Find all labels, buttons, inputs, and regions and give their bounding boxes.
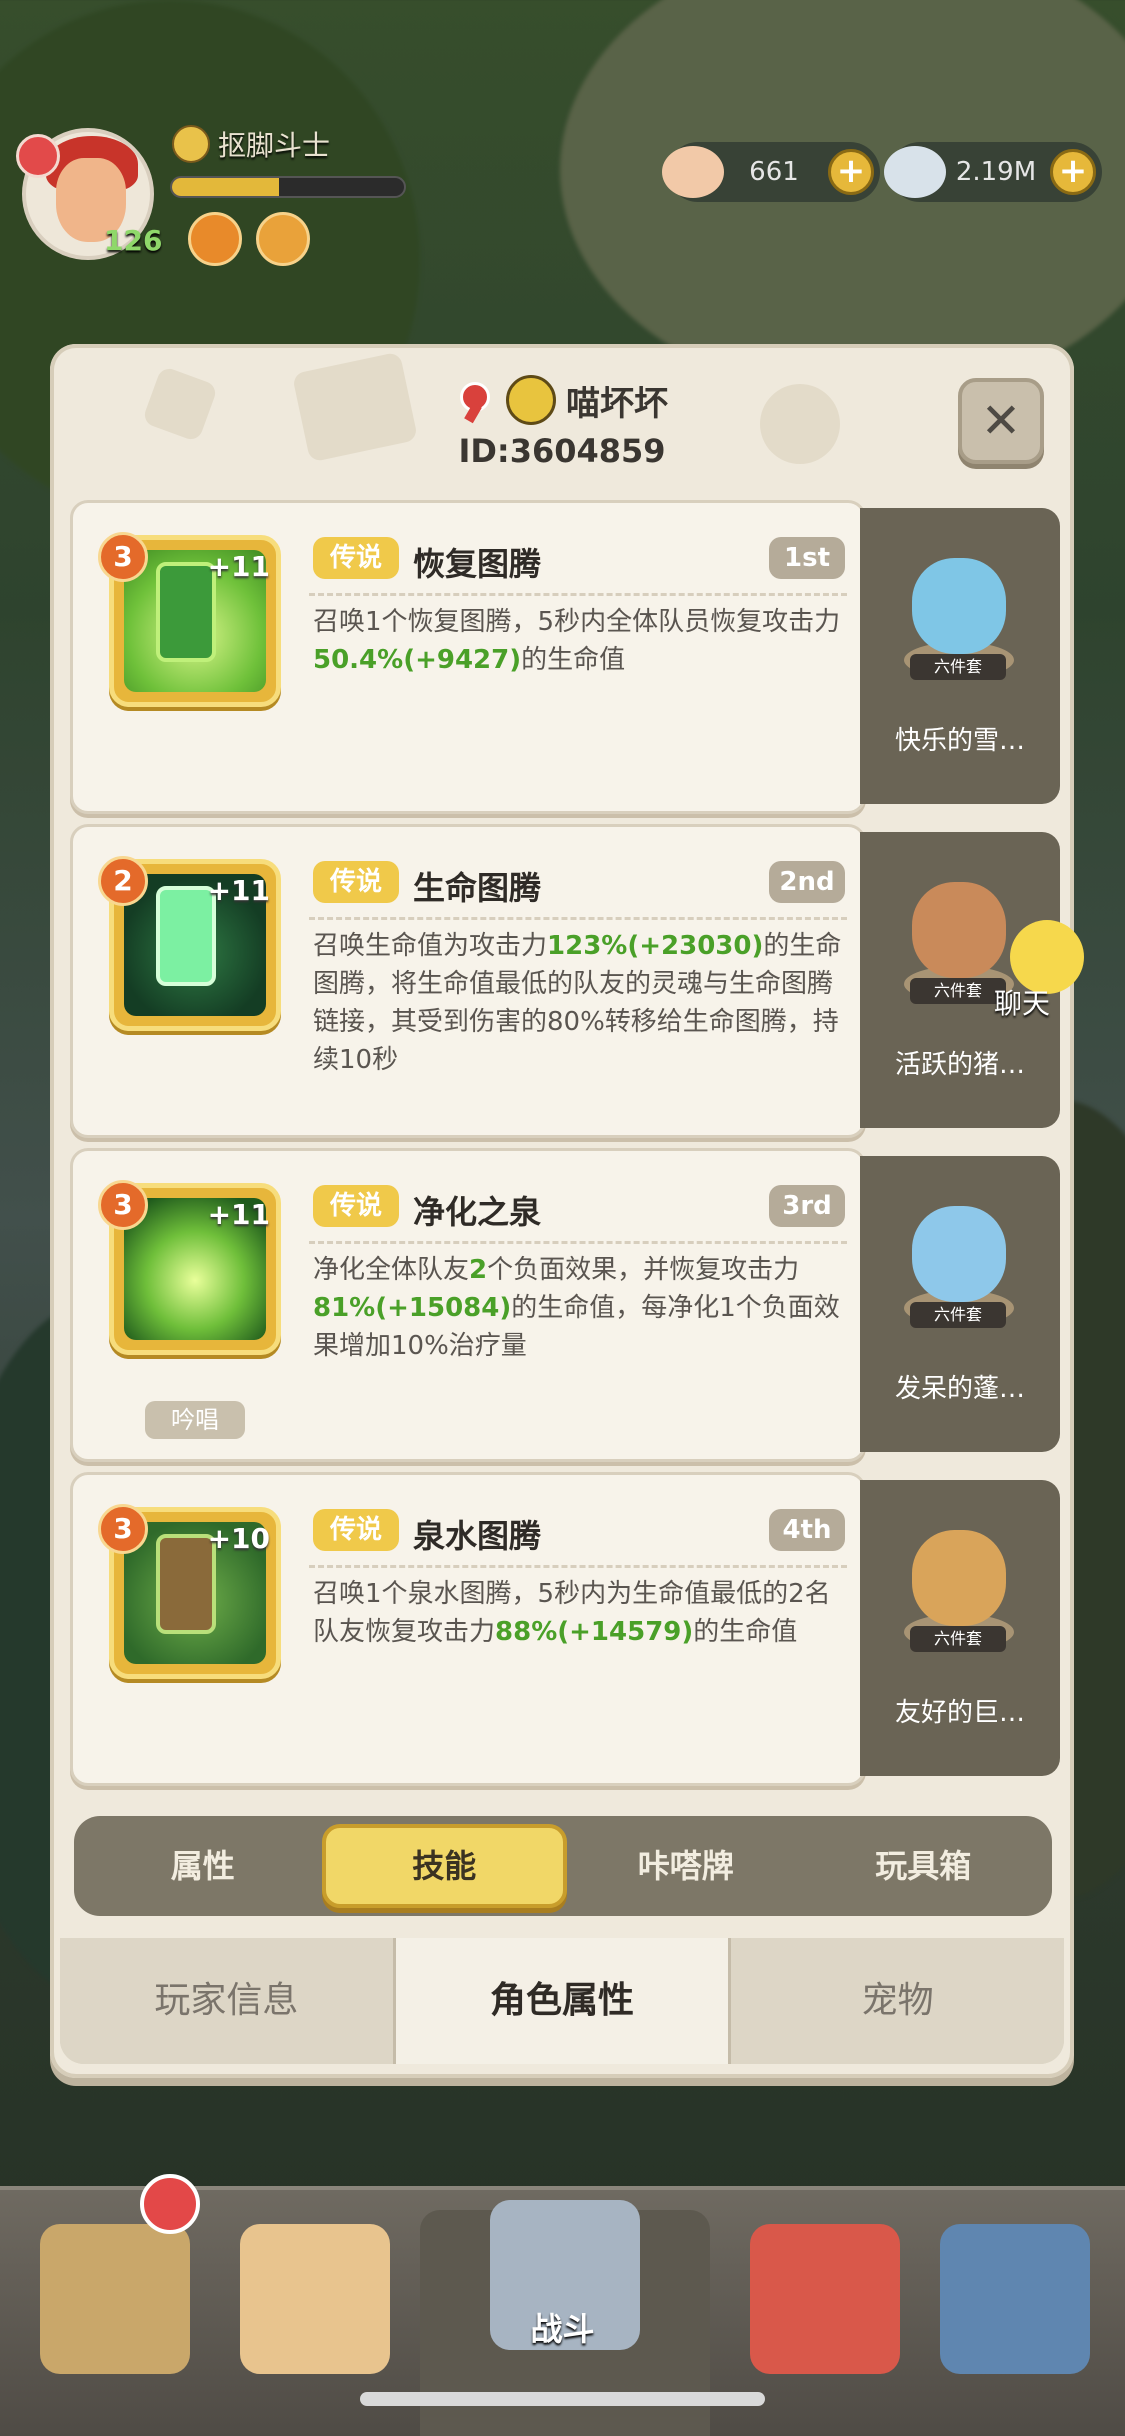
nav-hero-icon[interactable] — [240, 2224, 390, 2374]
skill-rank: 1st — [769, 537, 845, 579]
main-tab-bar: 玩家信息 角色属性 宠物 — [60, 1938, 1064, 2064]
skill-plus-level: +11 — [207, 1198, 270, 1231]
subtab-bar: 属性 技能 咔嗒牌 玩具箱 — [74, 1816, 1052, 1916]
rarity-badge: 传说 — [313, 1185, 399, 1227]
buff-icon[interactable] — [256, 212, 310, 266]
tab-player-info[interactable]: 玩家信息 — [60, 1938, 396, 2064]
rarity-badge: 传说 — [313, 1509, 399, 1551]
equipped-pet[interactable]: 六件套 友好的巨… — [860, 1480, 1060, 1776]
subtab-skills[interactable]: 技能 — [321, 1824, 567, 1908]
add-shell-button[interactable]: + — [828, 149, 874, 195]
xp-bar — [170, 176, 406, 198]
rarity-badge: 传说 — [313, 537, 399, 579]
player-nickname: 喵坏坏 — [566, 383, 668, 424]
key-icon — [456, 380, 496, 420]
skill-icon-purify-spring[interactable]: +11 3 — [98, 1180, 281, 1355]
chant-tag: 吟唱 — [145, 1401, 245, 1439]
close-button[interactable]: ✕ — [958, 378, 1044, 464]
skill-description: 召唤1个泉水图腾，5秒内为生命值最低的2名队友恢复攻击力88%(+14579)的… — [313, 1579, 831, 1647]
skill-name: 生命图腾 — [413, 869, 542, 907]
skill-icon-restore-totem[interactable]: +11 3 — [98, 532, 281, 707]
home-indicator[interactable] — [360, 2392, 765, 2406]
chat-button[interactable]: 聊天 — [994, 920, 1084, 1020]
pet-name: 发呆的蓬… — [894, 1374, 1025, 1404]
skill-name: 净化之泉 — [413, 1193, 542, 1231]
player-level: 126 — [104, 224, 163, 257]
skill-plus-level: +11 — [207, 874, 270, 907]
subtab-cards[interactable]: 咔嗒牌 — [567, 1824, 805, 1908]
rank-badge-icon — [16, 134, 60, 178]
skill-level-badge: 3 — [98, 1504, 148, 1554]
set-tag: 六件套 — [910, 654, 1006, 680]
skill-card[interactable]: +10 3 传说 泉水图腾 4th 召唤1个泉水图腾，5秒内为生命值最低的2名队… — [70, 1472, 866, 1786]
skill-card[interactable]: +11 2 传说 生命图腾 2nd 召唤生命值为攻击力123%(+23030)的… — [70, 824, 866, 1138]
player-id: ID:3604859 — [458, 432, 666, 470]
pearl-count: 2.19M — [955, 157, 1037, 187]
notification-bell-icon — [140, 2174, 200, 2234]
skill-rank: 3rd — [769, 1185, 845, 1227]
chat-label: 聊天 — [994, 987, 1051, 1020]
subtab-attributes[interactable]: 属性 — [84, 1824, 322, 1908]
skill-row[interactable]: +10 3 传说 泉水图腾 4th 召唤1个泉水图腾，5秒内为生命值最低的2名队… — [70, 1472, 1060, 1786]
shell-resource: 661 + — [662, 142, 880, 202]
skill-level-badge: 3 — [98, 532, 148, 582]
skill-rank: 2nd — [769, 861, 845, 903]
set-tag: 六件套 — [910, 1626, 1006, 1652]
profile-header: 喵坏坏 ID:3604859 — [50, 370, 1074, 470]
close-icon: ✕ — [980, 393, 1022, 449]
title-emoji-icon — [172, 125, 210, 163]
skill-name: 恢复图腾 — [413, 545, 542, 583]
skill-row[interactable]: +11 3 传说 净化之泉 3rd 净化全体队友2个负面效果，并恢复攻击力81%… — [70, 1148, 1060, 1462]
skill-row[interactable]: +11 2 传说 生命图腾 2nd 召唤生命值为攻击力123%(+23030)的… — [70, 824, 1060, 1138]
skill-description: 净化全体队友2个负面效果，并恢复攻击力81%(+15084)的生命值，每净化1个… — [313, 1255, 840, 1361]
skill-description: 召唤生命值为攻击力123%(+23030)的生命图腾，将生命值最低的队友的灵魂与… — [313, 931, 842, 1075]
nav-character-icon[interactable] — [40, 2224, 190, 2374]
skill-rank: 4th — [769, 1509, 845, 1551]
skill-level-badge: 2 — [98, 856, 148, 906]
pet-name: 活跃的猪… — [894, 1050, 1025, 1080]
nav-pet-icon[interactable] — [750, 2224, 900, 2374]
pearl-resource: 2.19M + — [884, 142, 1102, 202]
tab-character-attributes[interactable]: 角色属性 — [395, 1938, 732, 2064]
skill-plus-level: +10 — [207, 1522, 270, 1555]
rarity-badge: 传说 — [313, 861, 399, 903]
tab-pets[interactable]: 宠物 — [731, 1938, 1064, 2064]
subtab-toybox[interactable]: 玩具箱 — [805, 1824, 1043, 1908]
skill-plus-level: +11 — [207, 550, 270, 583]
equipped-pet[interactable]: 六件套 发呆的蓬… — [860, 1156, 1060, 1452]
skill-card[interactable]: +11 3 传说 恢复图腾 1st 召唤1个恢复图腾，5秒内全体队员恢复攻击力5… — [70, 500, 866, 814]
skill-level-badge: 3 — [98, 1180, 148, 1230]
set-tag: 六件套 — [910, 1302, 1006, 1328]
skill-description: 召唤1个恢复图腾，5秒内全体队员恢复攻击力50.4%(+9427)的生命值 — [313, 607, 841, 675]
skill-name: 泉水图腾 — [413, 1517, 542, 1555]
skill-icon-spring-totem[interactable]: +10 3 — [98, 1504, 281, 1679]
nav-battle-label: 战斗 — [530, 2310, 595, 2348]
nav-guild-icon[interactable] — [940, 2224, 1090, 2374]
shell-icon — [662, 146, 724, 198]
skill-card[interactable]: +11 3 传说 净化之泉 3rd 净化全体队友2个负面效果，并恢复攻击力81%… — [70, 1148, 866, 1462]
pearl-icon — [884, 146, 946, 198]
shell-count: 661 — [749, 157, 799, 187]
skill-icon-life-totem[interactable]: +11 2 — [98, 856, 281, 1031]
skill-row[interactable]: +11 3 传说 恢复图腾 1st 召唤1个恢复图腾，5秒内全体队员恢复攻击力5… — [70, 500, 1060, 814]
pet-name: 快乐的雪… — [894, 726, 1025, 756]
player-emoji-icon — [506, 375, 556, 425]
add-pearl-button[interactable]: + — [1050, 149, 1096, 195]
set-tag: 六件套 — [910, 978, 1006, 1004]
pet-name: 友好的巨… — [894, 1698, 1025, 1728]
buff-icon[interactable] — [188, 212, 242, 266]
player-title-text: 抠脚斗士 — [218, 129, 331, 162]
player-title: 抠脚斗士 — [172, 124, 330, 164]
equipped-pet[interactable]: 六件套 快乐的雪… — [860, 508, 1060, 804]
